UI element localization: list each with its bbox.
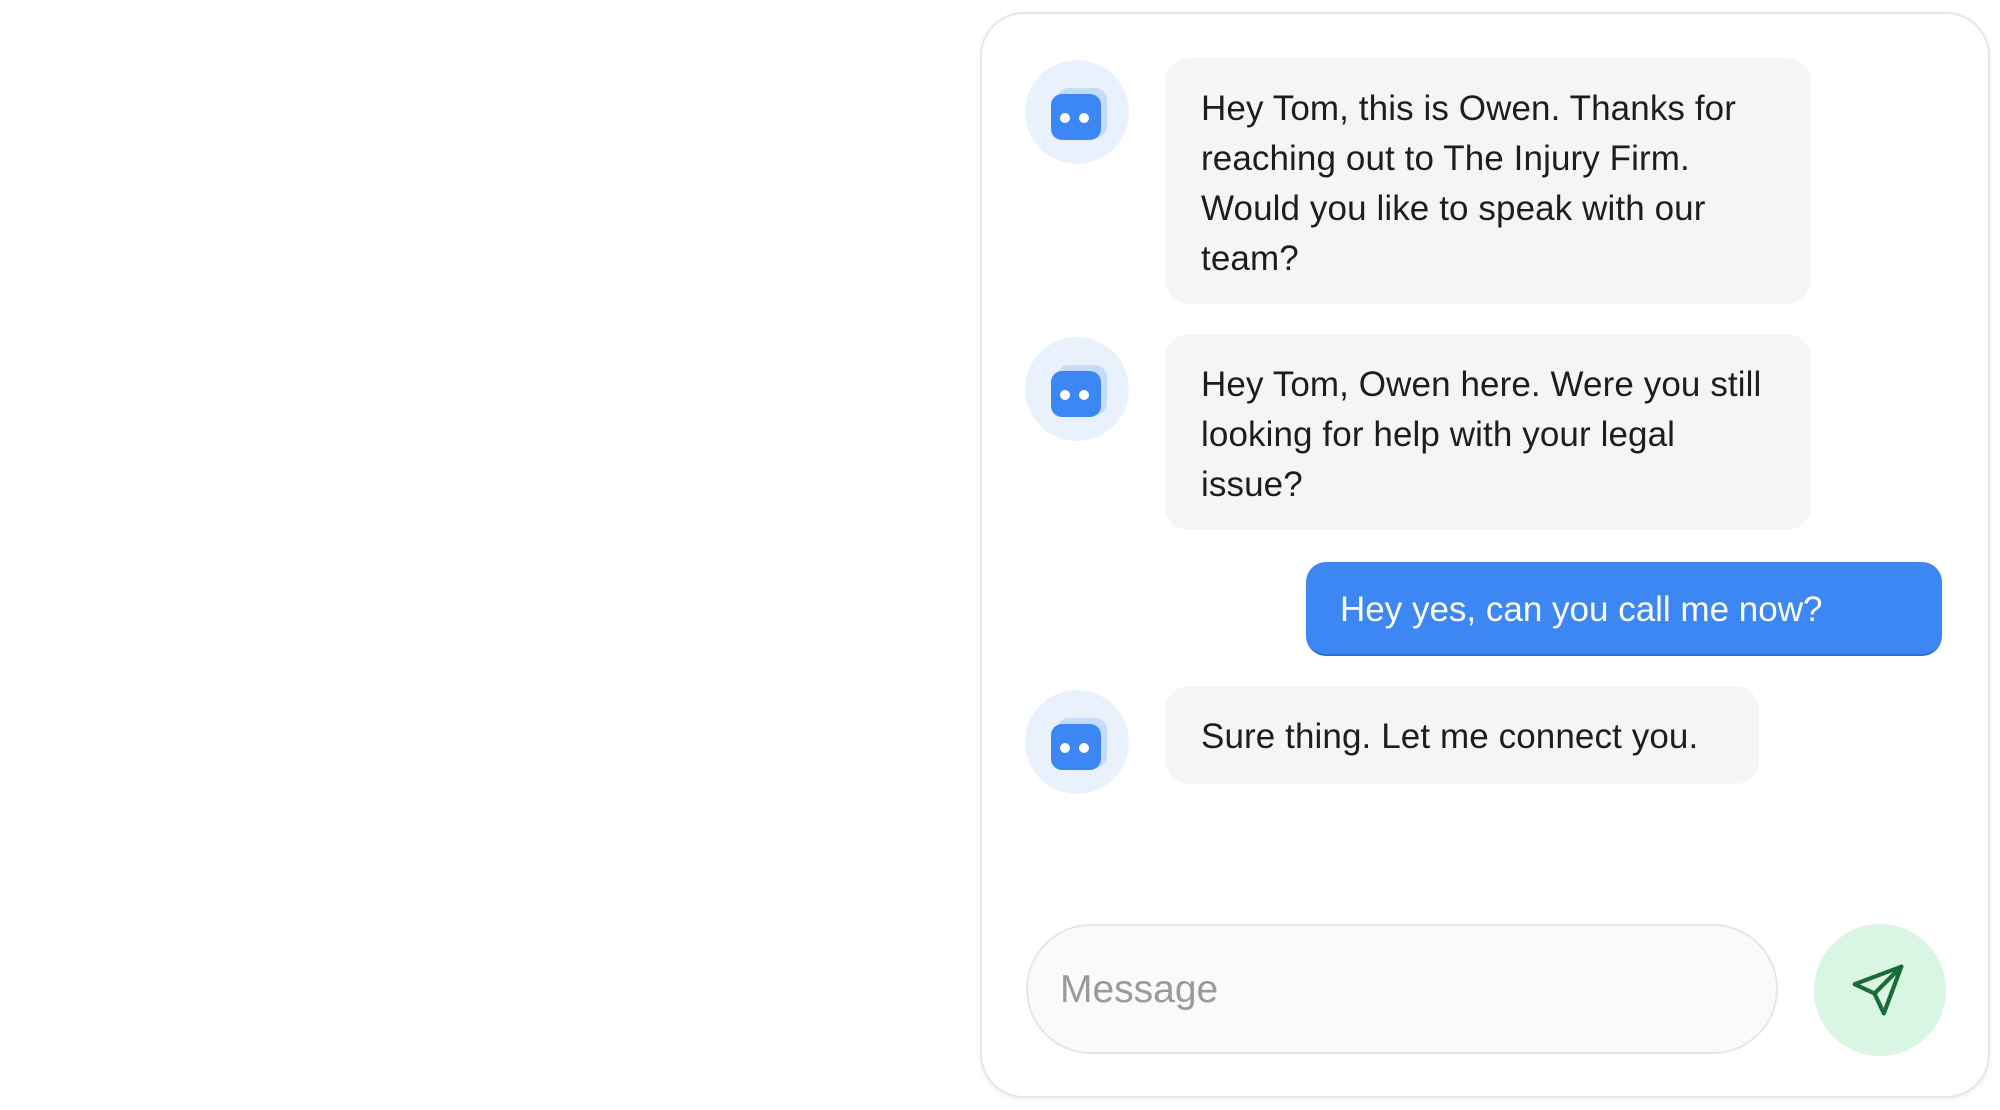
bot-message-text: Sure thing. Let me connect you.: [1201, 717, 1699, 756]
bot-message-text: Hey Tom, Owen here. Were you still looki…: [1201, 365, 1762, 504]
bot-avatar-icon: [1051, 365, 1107, 417]
bot-avatar: [1025, 337, 1129, 441]
user-message-text: Hey yes, can you call me now?: [1340, 590, 1823, 629]
bot-message-text: Hey Tom, this is Owen. Thanks for reachi…: [1201, 89, 1736, 278]
bot-message-bubble: Sure thing. Let me connect you.: [1165, 686, 1759, 784]
send-button[interactable]: [1814, 924, 1946, 1056]
bot-message-bubble: Hey Tom, Owen here. Were you still looki…: [1165, 334, 1811, 530]
bot-message-bubble: Hey Tom, this is Owen. Thanks for reachi…: [1165, 58, 1811, 304]
bot-avatar-icon: [1051, 718, 1107, 770]
user-message-bubble: Hey yes, can you call me now?: [1306, 562, 1942, 656]
message-input[interactable]: [1058, 926, 1742, 1054]
send-icon: [1852, 964, 1904, 1016]
bot-avatar-icon: [1051, 88, 1107, 140]
message-input-container[interactable]: [1026, 924, 1778, 1054]
bot-avatar: [1025, 60, 1129, 164]
bot-avatar: [1025, 690, 1129, 794]
